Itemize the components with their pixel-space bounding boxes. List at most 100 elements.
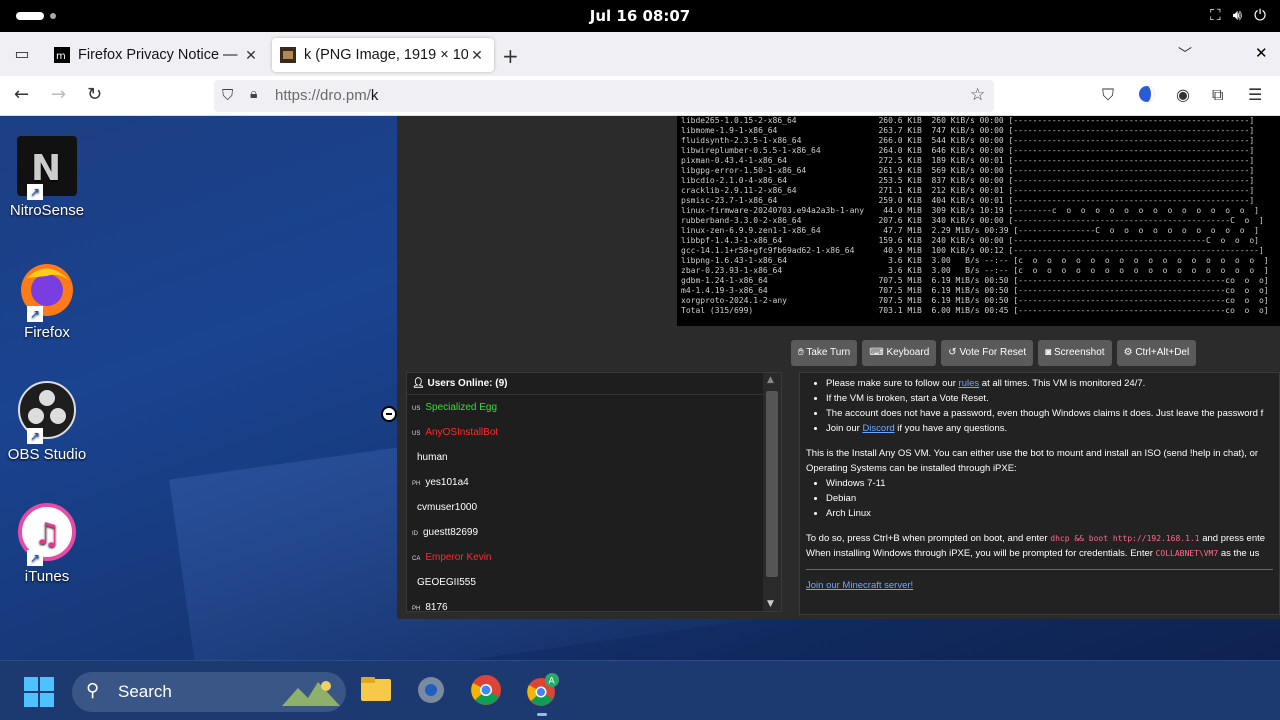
clock[interactable]: Jul 16 08:07	[0, 7, 1280, 25]
nitrosense-icon: N ↗	[17, 136, 77, 200]
terminal-line: fluidsynth-2.3.5-1-x86_64 266.0 KiB 544 …	[681, 136, 1255, 145]
forward-icon[interactable]: →	[51, 84, 66, 105]
tab-firefox-privacy[interactable]: m Firefox Privacy Notice — Mozilla ✕	[46, 38, 268, 72]
user-list-item[interactable]: PH yes101a4	[407, 470, 781, 495]
username: Emperor Kevin	[425, 552, 492, 563]
back-icon[interactable]: ←	[14, 84, 29, 105]
take-turn-button[interactable]: ✋︎ Take Turn	[791, 340, 858, 366]
screenshot-button[interactable]: ◙ Screenshot	[1038, 340, 1112, 366]
extensions-icon[interactable]: ⧉	[1212, 85, 1223, 105]
username: 8176	[425, 602, 448, 612]
terminal-line: zbar-0.23.93-1-x86_64 3.6 KiB 3.00 B/s -…	[681, 266, 1269, 275]
terminal-line: linux-zen-6.9.9.zen1-1-x86_64 47.7 MiB 2…	[681, 226, 1259, 235]
desktop-icon-itunes[interactable]: ♫ ↗ iTunes	[6, 502, 88, 585]
svg-text:m: m	[56, 51, 66, 62]
url-bar[interactable]: ⛉ 🔒︎ https://dro.pm/k ☆	[214, 80, 994, 112]
lock-icon[interactable]: 🔒︎	[250, 86, 257, 102]
search-highlight-icon	[282, 681, 340, 706]
chrome-profile-icon[interactable]: A	[524, 673, 560, 709]
itunes-icon: ♫ ↗	[17, 502, 77, 566]
tab-title: Firefox Privacy Notice — Mozilla	[78, 47, 242, 63]
scroll-thumb[interactable]	[766, 391, 778, 577]
vm-terminal-screen[interactable]: libde265-1.0.15-2-x86_64 260.6 KiB 260 K…	[677, 116, 1280, 326]
desktop-background: N ↗ NitroSense ↗ Firefox ↗ OBS Studio ♫ …	[0, 116, 1280, 660]
username: cvmuser1000	[417, 502, 478, 513]
shield-icon[interactable]: ⛉	[222, 86, 233, 104]
ctrl-alt-del-button[interactable]: ⚙ Ctrl+Alt+Del	[1116, 340, 1197, 366]
terminal-line: gdbm-1.24-1-x86_64 707.5 MiB 6.19 MiB/s …	[681, 276, 1269, 285]
user-list-item[interactable]: cvmuser1000	[407, 495, 781, 520]
extension-dark-icon[interactable]	[1138, 85, 1156, 107]
settings-icon[interactable]	[414, 673, 450, 709]
new-tab-icon[interactable]: +	[502, 44, 519, 68]
desktop-icon-label: iTunes	[24, 568, 70, 585]
mozilla-favicon-icon: m	[54, 47, 70, 63]
users-scrollbar[interactable]: ▲ ▼	[763, 373, 781, 611]
close-tab-icon[interactable]: ✕	[468, 47, 486, 64]
reload-icon[interactable]: ↻	[87, 84, 102, 105]
keyboard-button[interactable]: ⌨ Keyboard	[862, 340, 937, 366]
desktop-icon-label: NitroSense	[9, 202, 85, 219]
users-online-header: 👤︎ Users Online: (9)	[407, 373, 781, 395]
tab-png-image[interactable]: k (PNG Image, 1919 × 1079 pixels) ✕	[272, 38, 494, 72]
terminal-line: libgpg-error-1.50-1-x86_64 261.9 KiB 569…	[681, 166, 1255, 175]
info-password: The account does not have a password, ev…	[826, 406, 1273, 421]
info-install: This is the Install Any OS VM. You can e…	[806, 448, 1259, 474]
terminal-line: xorgproto-2024.1-2-any 707.5 MiB 6.19 Mi…	[681, 296, 1269, 305]
terminal-line: psmisc-23.7-1-x86_64 259.0 KiB 404 KiB/s…	[681, 196, 1255, 205]
user-list-item[interactable]: US AnyOSInstallBot	[407, 420, 781, 445]
terminal-line: libde265-1.0.15-2-x86_64 260.6 KiB 260 K…	[681, 116, 1255, 125]
tab-list-icon[interactable]: ▭	[8, 40, 36, 68]
desktop-icon-obs[interactable]: ↗ OBS Studio	[6, 380, 88, 463]
user-list-item[interactable]: ID guestt82699	[407, 520, 781, 545]
taskbar-search[interactable]: ⚲ Search	[72, 672, 346, 712]
desktop-icon-nitrosense[interactable]: N ↗ NitroSense	[6, 136, 88, 219]
info-discord: Join our Discord if you have any questio…	[826, 421, 1273, 436]
terminal-line: pixman-0.43.4-1-x86_64 272.5 KiB 189 KiB…	[681, 156, 1255, 165]
chrome-icon[interactable]	[469, 673, 505, 709]
zoom-out-cursor-icon	[381, 406, 397, 422]
terminal-line: m4-1.4.19-3-x86_64 707.5 MiB 6.19 MiB/s …	[681, 286, 1269, 295]
shortcut-arrow-icon: ↗	[27, 184, 43, 200]
tab-bar: ▭ m Firefox Privacy Notice — Mozilla ✕ k…	[0, 32, 1280, 76]
svg-text:A: A	[549, 677, 556, 687]
vote-reset-button[interactable]: ↺ Vote For Reset	[941, 340, 1034, 366]
terminal-line: libpng-1.6.43-1-x86_64 3.6 KiB 3.00 B/s …	[681, 256, 1269, 265]
info-ipxe-instructions: To do so, press Ctrl+B when prompted on …	[806, 533, 1266, 559]
user-list-item[interactable]: human	[407, 445, 781, 470]
country-flag: CA	[412, 556, 421, 562]
terminal-line: Total (315/699) 703.1 MiB 6.00 MiB/s 00:…	[681, 306, 1269, 315]
user-list-item[interactable]: GEOEGII555	[407, 570, 781, 595]
windows-start-icon[interactable]	[22, 675, 58, 711]
close-tab-icon[interactable]: ✕	[242, 47, 260, 64]
close-window-icon[interactable]: ✕	[1255, 44, 1268, 62]
system-tray[interactable]: ⛶ 🔊︎ ⏻	[1210, 6, 1266, 24]
terminal-line: gcc-14.1.1+r58+gfc9fb69ad62-1-x86_64 40.…	[681, 246, 1264, 255]
divider	[806, 569, 1273, 570]
username: yes101a4	[425, 477, 469, 488]
file-explorer-icon[interactable]	[359, 673, 395, 709]
search-icon: ⚲	[86, 680, 100, 700]
firefox-icon: ↗	[17, 258, 77, 322]
scroll-up-icon[interactable]: ▲	[767, 375, 774, 385]
menu-icon[interactable]: ☰	[1248, 85, 1262, 104]
user-list-item[interactable]: CA Emperor Kevin	[407, 545, 781, 570]
bookmark-star-icon[interactable]: ☆	[970, 85, 985, 105]
rules-link[interactable]: rules	[959, 378, 980, 389]
user-list: US Specialized Egg US AnyOSInstallBot human P…	[407, 395, 781, 612]
chevron-down-icon[interactable]: ﹀	[1178, 44, 1192, 64]
scroll-down-icon[interactable]: ▼	[767, 599, 774, 609]
user-list-item[interactable]: US Specialized Egg	[407, 395, 781, 420]
users-online-panel: 👤︎ Users Online: (9) US Specialized Egg US…	[406, 372, 782, 612]
pocket-icon[interactable]: ⛉	[1102, 85, 1114, 105]
discord-link[interactable]: Discord	[862, 423, 894, 434]
country-flag: US	[412, 406, 421, 412]
account-icon[interactable]: ◉	[1176, 85, 1190, 104]
minecraft-link[interactable]: Join our Minecraft server!	[806, 580, 913, 591]
user-list-item[interactable]: PH 8176	[407, 595, 781, 612]
image-favicon-icon	[280, 47, 296, 63]
country-flag: PH	[412, 481, 421, 487]
url-text[interactable]: https://dro.pm/k	[275, 87, 378, 104]
desktop-icon-firefox[interactable]: ↗ Firefox	[6, 258, 88, 341]
volume-icon: 🔊︎	[1232, 6, 1243, 24]
